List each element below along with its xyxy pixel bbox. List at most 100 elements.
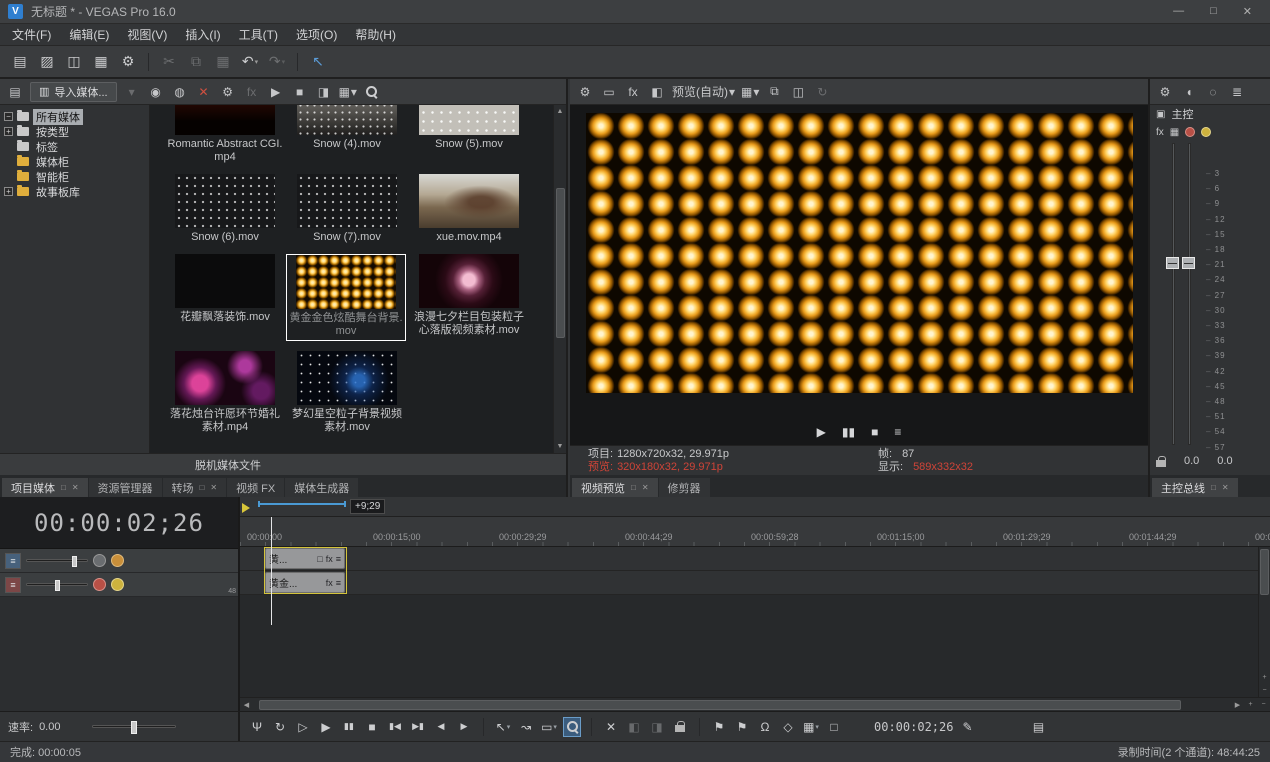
video-frame[interactable] [586,113,1133,393]
media-search-button[interactable] [363,83,381,101]
start-preview-button[interactable]: ▶ [267,83,285,101]
edit-tool-dropdown-icon[interactable]: ▾ [507,723,511,731]
master-fx-icon[interactable]: fx [1156,127,1164,138]
paste-button[interactable]: ▦ [211,50,235,74]
playhead[interactable] [271,517,272,625]
remove-unused-media-button[interactable]: ✕ [195,83,213,101]
overlays-button[interactable]: ▦▾ [741,83,759,101]
go-to-end-button[interactable]: ▶▮ [409,717,427,737]
views-button[interactable]: ▦▾ [339,83,357,101]
envelope-tool-button[interactable]: ↝ [517,717,535,737]
audio-event[interactable]: 黄金... fx ≡ [265,572,345,593]
timeline-empty-area[interactable] [240,595,1258,697]
stop-preview-button[interactable]: ■ [291,83,309,101]
tab-float-icon[interactable]: □ [631,483,636,492]
media-item[interactable]: Snow (4).mov [286,105,408,164]
meter-options-button[interactable]: ≣ [1228,83,1246,101]
tab-trimmer[interactable]: 修剪器 [659,478,710,497]
scroll-thumb[interactable] [259,700,1181,710]
fader-handle-left[interactable] [1166,257,1179,269]
menu-options[interactable]: 选项(O) [288,24,345,45]
video-track-level-slider[interactable] [26,559,88,562]
selection-tool-dropdown-icon[interactable]: ▾ [553,723,557,731]
event-menu-icon[interactable]: ≡ [336,578,341,588]
new-project-button[interactable]: ▤ [8,50,32,74]
tree-item-storyboards[interactable]: + 故事板库 [4,184,149,199]
close-button[interactable]: ✕ [1243,5,1252,18]
next-frame-button[interactable]: ▶ [455,717,473,737]
copy-button[interactable]: ⧉ [184,50,208,74]
insert-marker-button[interactable]: ⚑ [710,717,728,737]
loop-start-marker[interactable] [242,503,250,513]
automation-icon[interactable]: ▦ [1170,127,1179,138]
media-item[interactable]: Snow (7).mov [286,174,408,244]
save-snapshot-button[interactable]: ◫ [789,83,807,101]
play-button[interactable]: ▶ [317,717,335,737]
scroll-thumb[interactable] [556,188,565,338]
video-track-header[interactable]: ≡ [0,549,238,573]
clip-browser-button[interactable]: ▤ [1029,717,1047,737]
record-button[interactable]: Ψ [248,717,266,737]
delete-button[interactable]: ✕ [602,717,620,737]
scroll-left-icon[interactable]: ◀ [240,698,253,711]
tab-explorer[interactable]: 资源管理器 [89,478,162,497]
copy-snapshot-button[interactable]: ⧉ [765,83,783,101]
minimize-button[interactable]: — [1173,5,1184,18]
event-fx-icon[interactable]: fx [326,578,333,588]
maximize-button[interactable]: □ [1210,5,1217,18]
current-time-display[interactable]: 00:00:02;26 [0,497,238,549]
fader-track-right[interactable] [1188,143,1191,445]
quality-dropdown-icon[interactable]: ▾ [729,85,735,99]
insert-envelope-button[interactable]: ◇ [779,717,797,737]
undo-dropdown-icon[interactable]: ▾ [255,58,259,66]
preview-stop-button[interactable]: ■ [871,425,878,439]
media-item-selected[interactable]: 黄金金色炫酷舞台背景.mov [286,254,406,341]
event-fx-icon[interactable]: fx [326,554,333,564]
transport-time-display[interactable]: 00:00:02;26 [874,720,953,734]
scroll-down-icon[interactable]: ▼ [554,440,567,453]
rate-slider-thumb[interactable] [131,721,137,734]
audio-track-header[interactable]: ≡ 48 [0,573,238,597]
trim-end-button[interactable]: ◨ [648,717,666,737]
media-item[interactable]: 落花烛台许愿环节婚礼素材.mp4 [164,351,286,434]
loop-playback-button[interactable]: ↻ [271,717,289,737]
zoom-out-track-icon[interactable]: − [1258,684,1270,697]
tree-item-all-media[interactable]: − 所有媒体 [4,109,149,124]
stop-button[interactable]: ■ [363,717,381,737]
expander-icon[interactable]: + [4,187,13,196]
insert-command-button[interactable]: Ω [756,717,774,737]
video-track-mute-button[interactable] [93,554,106,567]
split-screen-button[interactable]: ◧ [648,83,666,101]
insert-region-button[interactable]: ⚑ [733,717,751,737]
tab-project-media[interactable]: 项目媒体 □ ✕ [2,478,88,497]
undo-button[interactable]: ↶▾ [238,50,262,74]
preview-menu-icon[interactable]: ≡ [894,425,901,439]
tab-float-icon[interactable]: □ [61,483,66,492]
external-monitor-button[interactable]: ▭ [600,83,618,101]
tab-master-bus[interactable]: 主控总线 □ ✕ [1152,478,1238,497]
go-to-start-button[interactable]: ▮◀ [386,717,404,737]
snapping-dropdown-icon[interactable]: ▾ [815,723,819,731]
mixer-properties-button[interactable]: ⚙ [1156,83,1174,101]
preview-play-button[interactable]: ▶ [817,425,826,439]
media-item[interactable]: xue.mov.mp4 [408,174,530,244]
edit-marker-button[interactable]: ✎ [958,717,976,737]
zoom-tool-button[interactable] [563,717,581,737]
tree-item-by-type[interactable]: + 按类型 [4,124,149,139]
slider-thumb[interactable] [55,580,60,591]
audio-track-solo-button[interactable] [111,578,124,591]
tab-close-icon[interactable]: ✕ [642,483,649,492]
tree-item-tags[interactable]: 标签 [4,139,149,154]
fader-handle-right[interactable] [1182,257,1195,269]
snapping-button[interactable]: ▦▾ [802,717,820,737]
media-scrollbar[interactable]: ▲ ▼ [553,105,566,453]
cut-button[interactable]: ✂ [157,50,181,74]
audio-track-icon[interactable]: ≡ [5,577,21,593]
overlays-dropdown-icon[interactable]: ▾ [753,85,759,99]
event-pan-crop-button[interactable]: □ [825,717,843,737]
scroll-track[interactable] [253,698,1231,712]
refresh-button[interactable]: ↻ [813,83,831,101]
menu-insert[interactable]: 插入(I) [177,24,228,45]
trim-start-button[interactable]: ◧ [625,717,643,737]
preview-quality-button[interactable]: 预览(自动) ▾ [672,83,735,101]
